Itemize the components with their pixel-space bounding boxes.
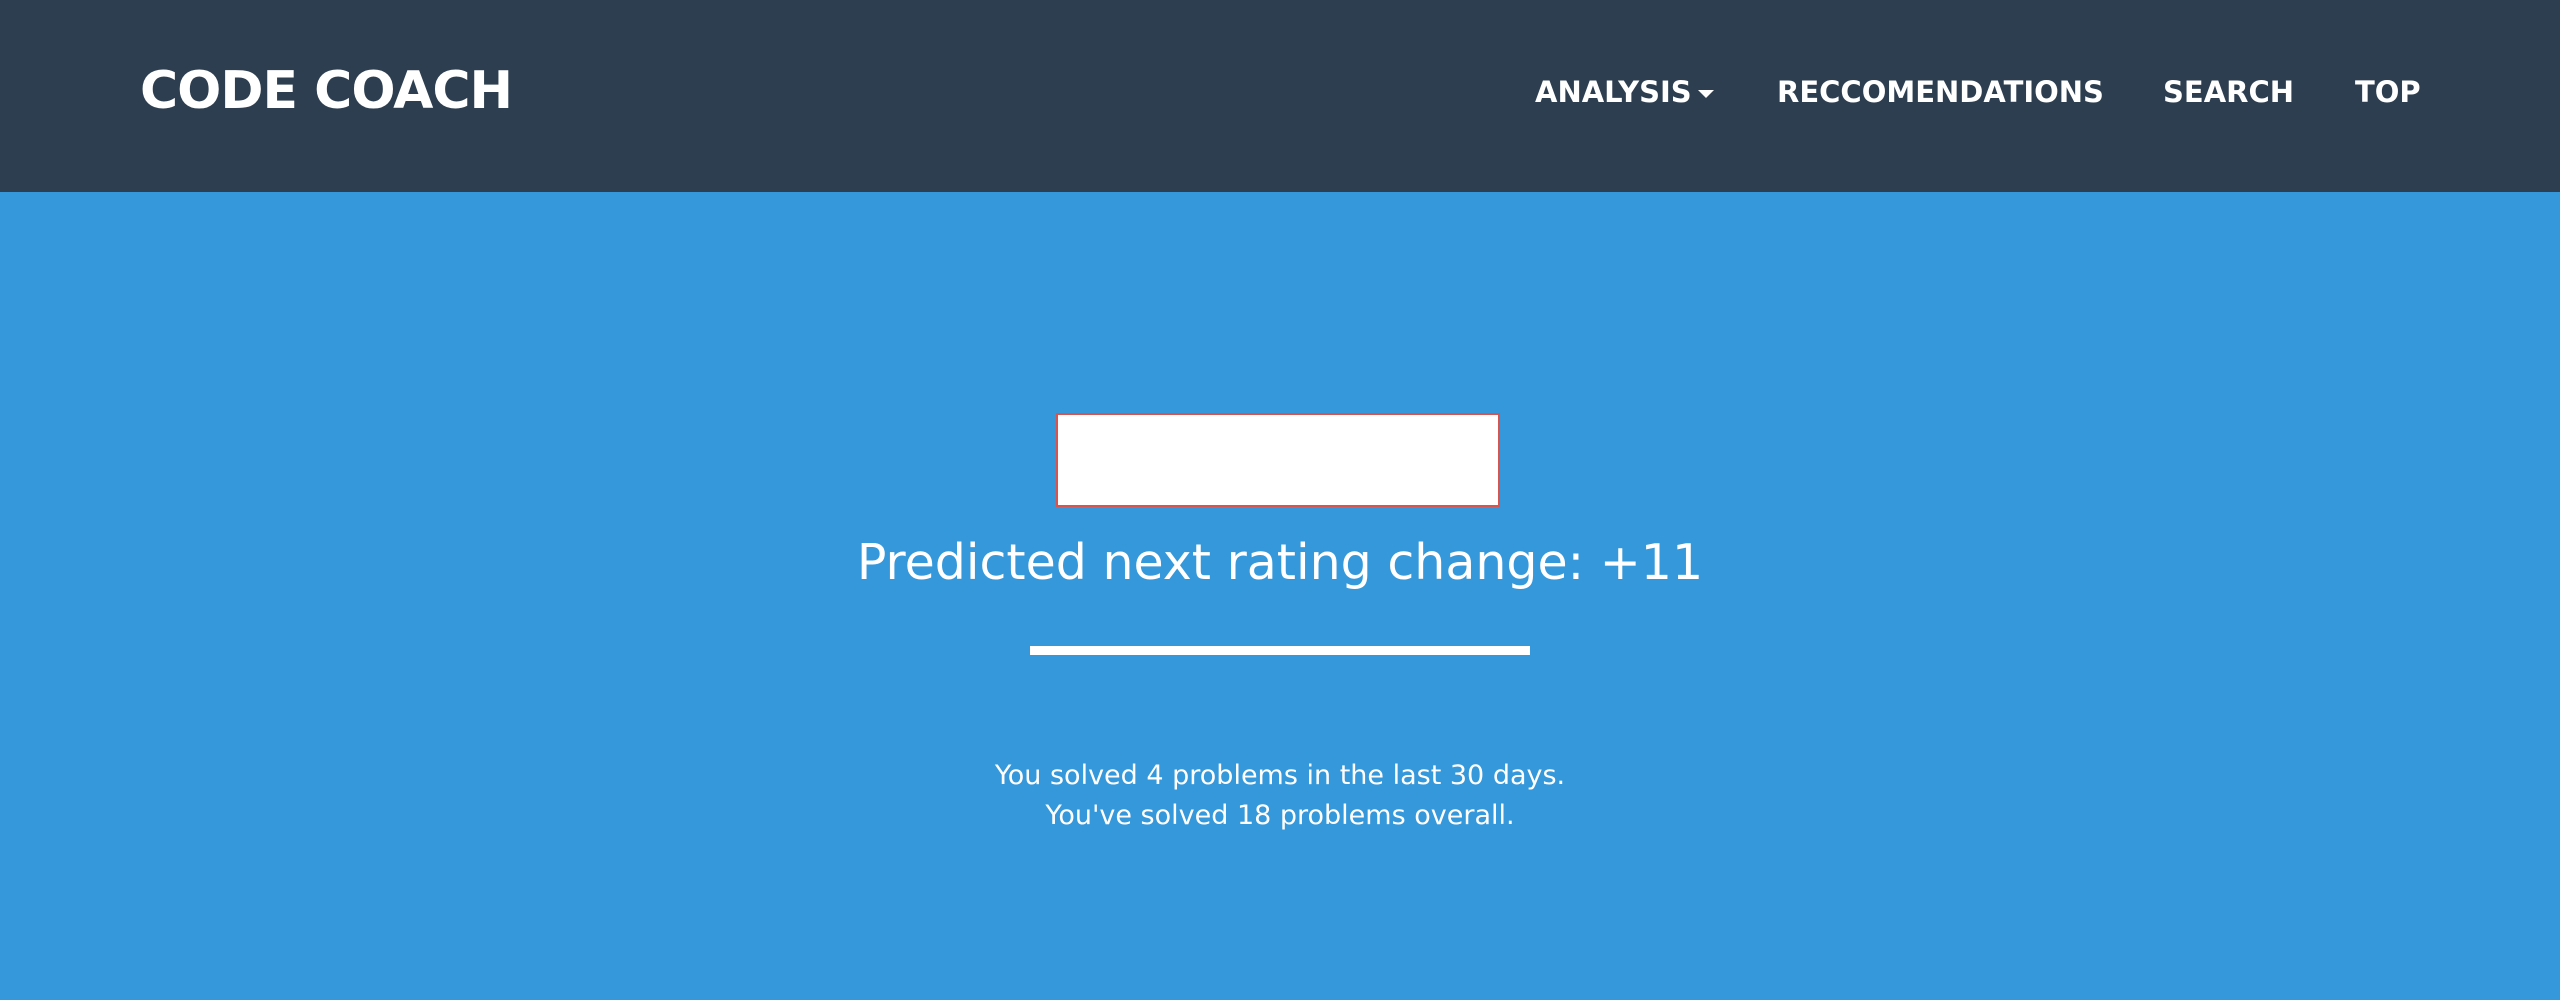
nav-analysis-dropdown[interactable]: ANALYSIS: [1535, 70, 1714, 114]
nav-analysis-label: ANALYSIS: [1535, 75, 1692, 109]
nav-top-link[interactable]: TOP: [2355, 70, 2421, 114]
nav-reccomendations-link[interactable]: RECCOMENDATIONS: [1777, 70, 2104, 114]
brand-logo[interactable]: CODE COACH: [140, 56, 513, 126]
stat-total-solved: You've solved 18 problems overall.: [1045, 800, 1515, 831]
nav-search-link[interactable]: SEARCH: [2163, 70, 2294, 114]
navbar: CODE COACH ANALYSIS RECCOMENDATIONS SEAR…: [0, 0, 2560, 192]
predicted-rating-change: Predicted next rating change: +11: [856, 534, 1704, 591]
stat-recent-solved: You solved 4 problems in the last 30 day…: [994, 760, 1566, 791]
caret-down-icon: [1697, 90, 1714, 98]
profile-image-placeholder: [1056, 413, 1500, 507]
divider: [1030, 646, 1530, 655]
